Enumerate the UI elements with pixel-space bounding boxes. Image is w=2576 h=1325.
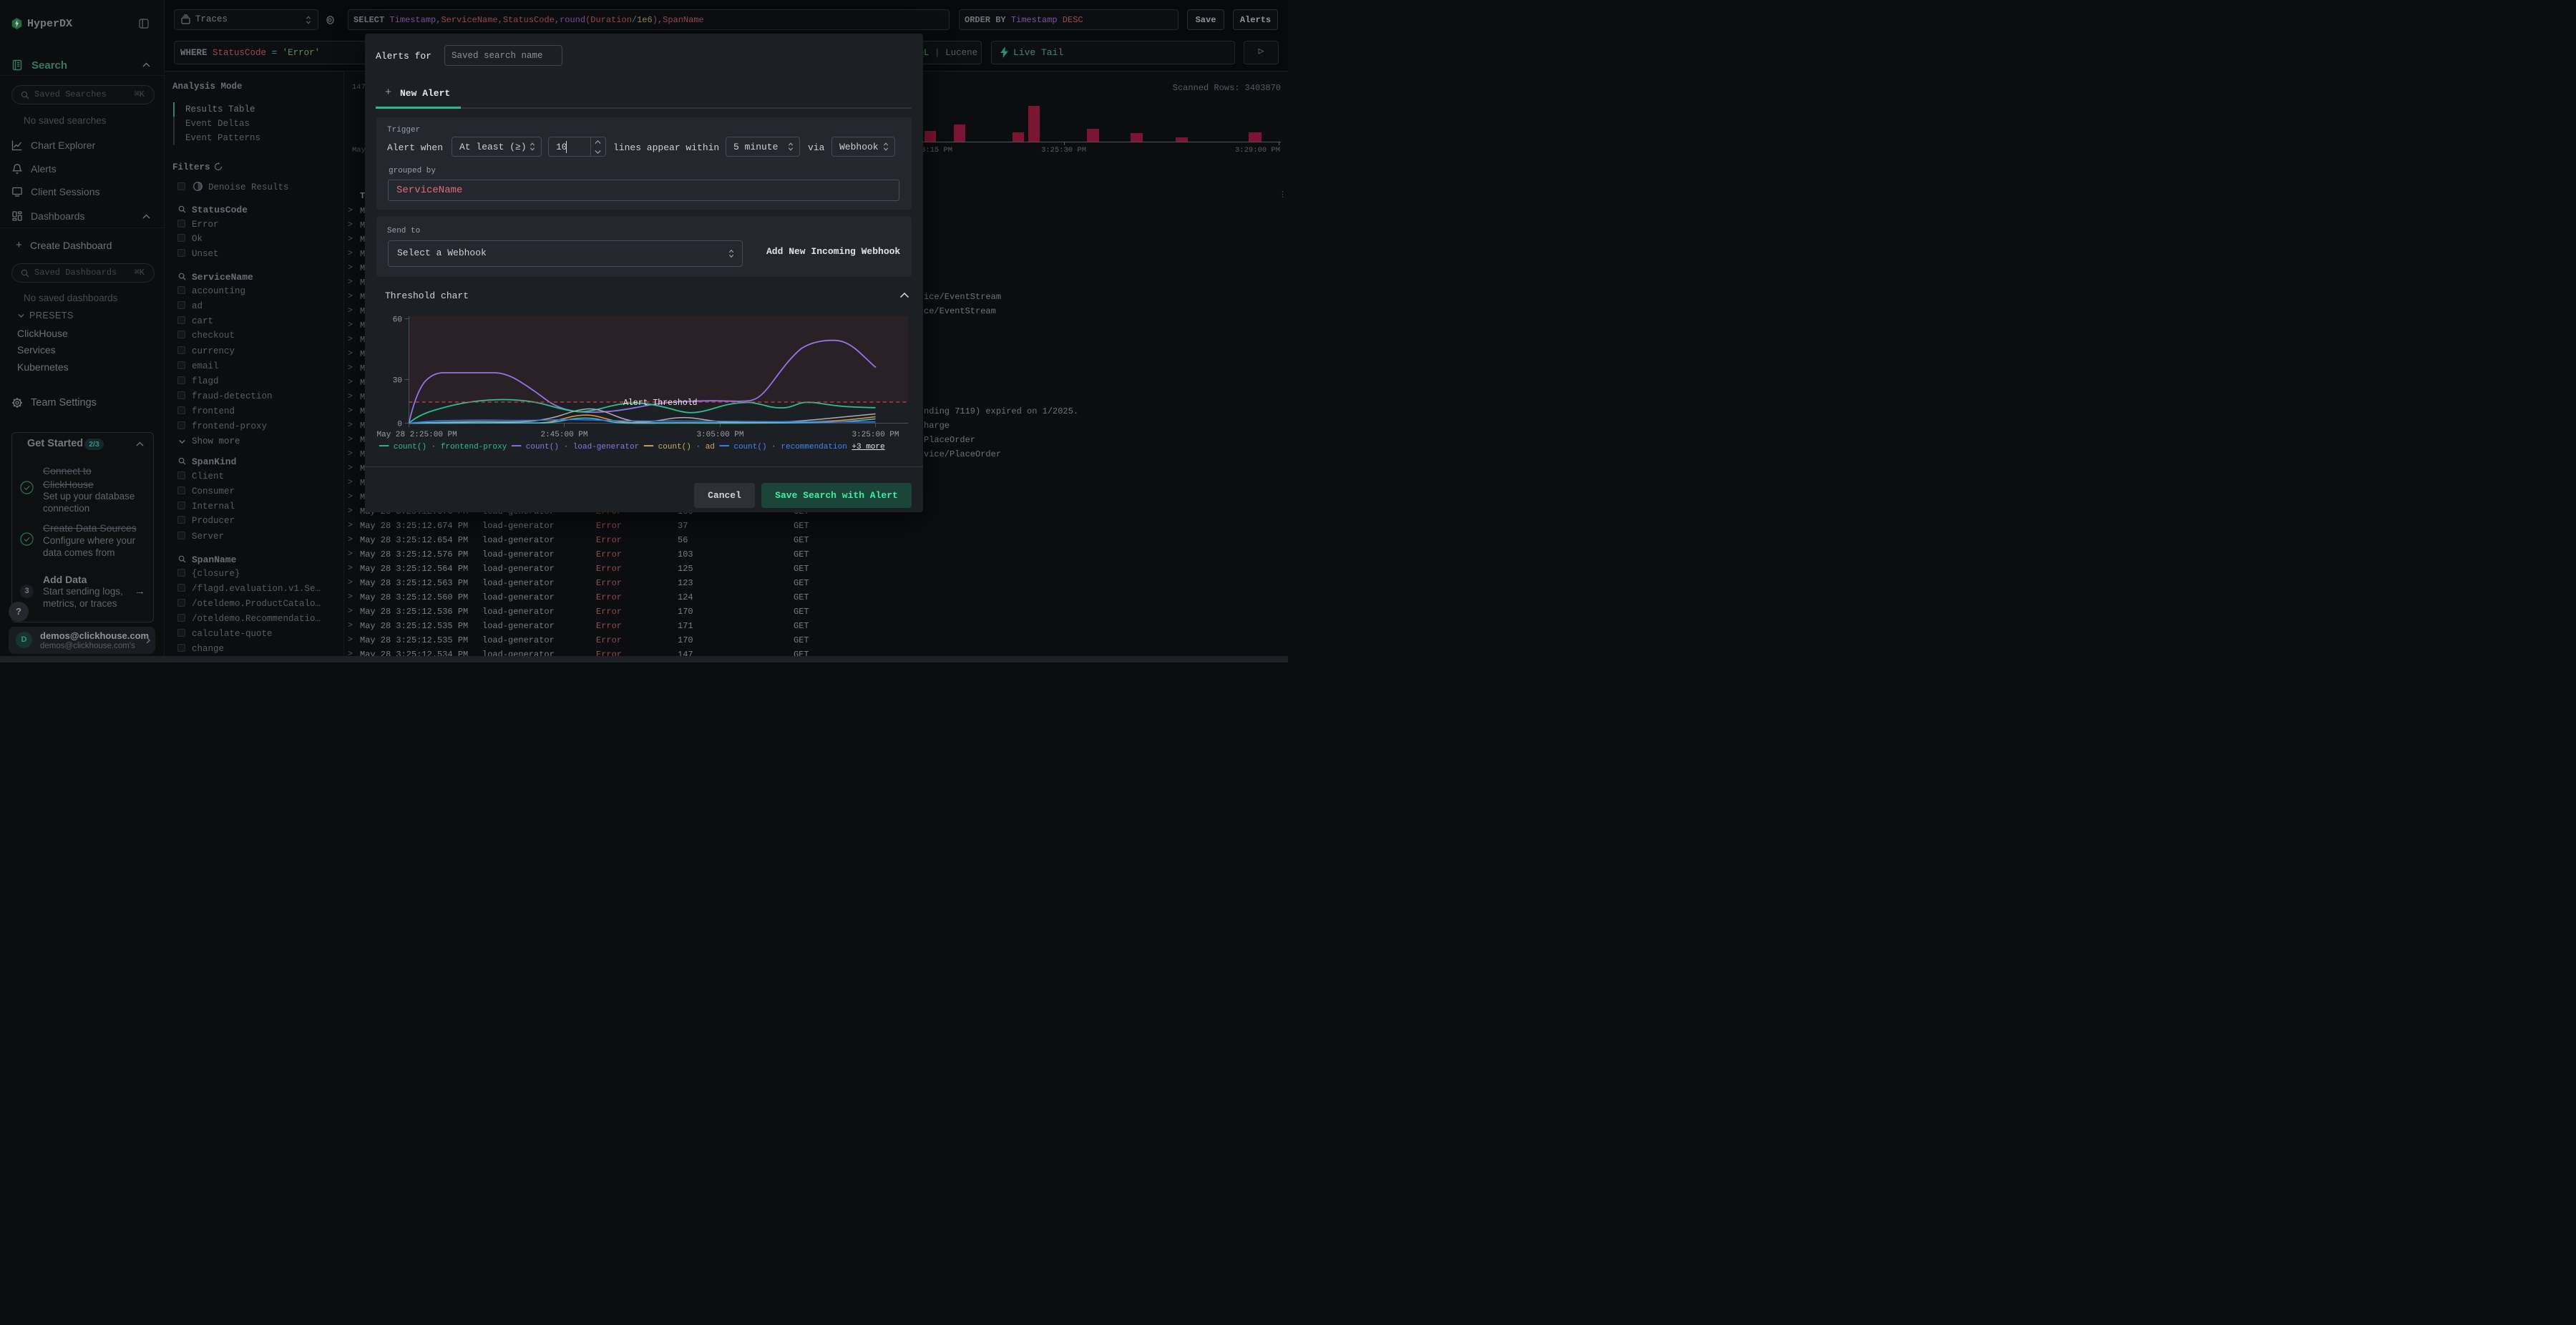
svg-text:0: 0 xyxy=(397,421,402,429)
svg-text:3:25:00 PM: 3:25:00 PM xyxy=(852,431,899,439)
svg-text:2:45:00 PM: 2:45:00 PM xyxy=(540,431,587,439)
svg-text:60: 60 xyxy=(393,316,402,325)
svg-text:Alert Threshold: Alert Threshold xyxy=(623,399,698,408)
svg-text:May 28 2:25:00 PM: May 28 2:25:00 PM xyxy=(377,431,457,439)
svg-text:3:05:00 PM: 3:05:00 PM xyxy=(696,431,743,439)
svg-text:30: 30 xyxy=(393,377,402,386)
